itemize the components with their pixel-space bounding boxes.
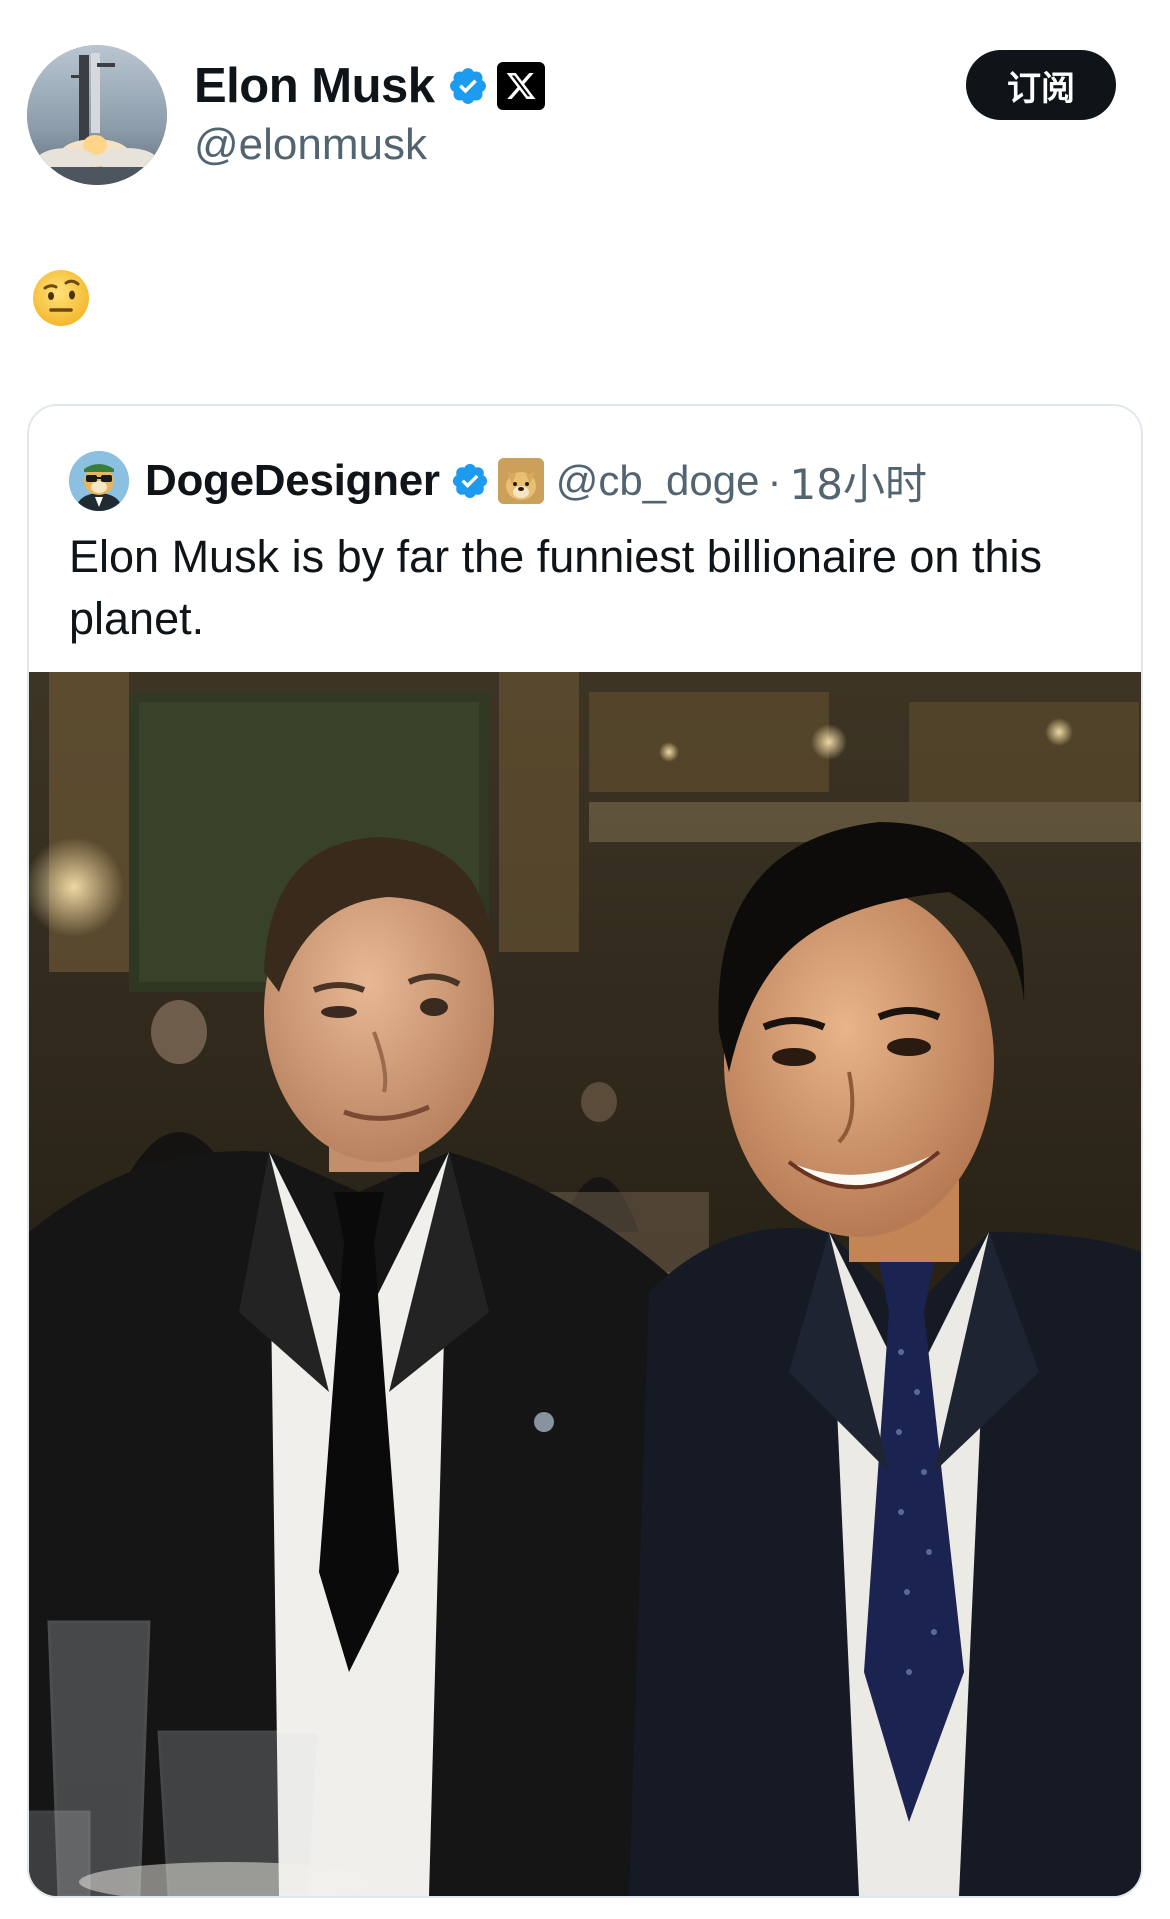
quoted-tweet-time[interactable]: 18小时	[790, 451, 927, 512]
doge-badge-icon	[497, 458, 544, 504]
separator-dot: ·	[767, 457, 782, 504]
author-name-row: Elon Musk	[194, 54, 545, 118]
author-display-name[interactable]: Elon Musk	[194, 58, 435, 114]
author-handle[interactable]: @elonmusk	[194, 120, 427, 170]
doge-cartoon-avatar-icon[interactable]	[69, 451, 129, 511]
quoted-tweet-header: DogeDesigner @cb_doge · 18小时	[69, 446, 927, 516]
quoted-tweet-card[interactable]: DogeDesigner @cb_doge · 18小时 Elon Musk i…	[27, 404, 1143, 1898]
quoted-author-handle[interactable]: @cb_doge	[556, 457, 760, 505]
raised-eyebrow-emoji-icon	[31, 268, 91, 328]
quoted-author-display-name[interactable]: DogeDesigner	[145, 456, 440, 506]
tweet-header: Elon Musk @elonmusk 订阅	[0, 0, 1170, 200]
x-logo-icon	[496, 62, 545, 110]
author-avatar[interactable]	[27, 45, 167, 185]
selfie-photo-icon	[29, 672, 1141, 1896]
quoted-tweet-text: Elon Musk is by far the funniest billion…	[69, 531, 1042, 644]
rocket-launch-avatar-icon	[27, 45, 167, 185]
verified-badge-icon	[447, 65, 489, 107]
quoted-verified-badge-icon	[450, 461, 490, 501]
selfie-photo-image[interactable]	[29, 672, 1141, 1896]
subscribe-button[interactable]: 订阅	[966, 50, 1116, 120]
